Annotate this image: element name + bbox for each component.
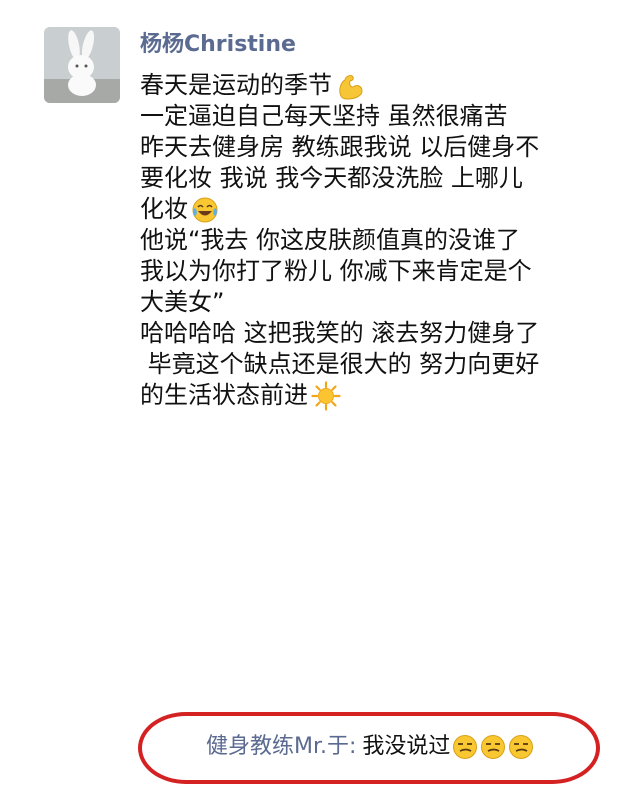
- white-bunny-icon: [44, 27, 120, 103]
- post-text: 我以为你打了粉儿 你减下来肯定是个: [140, 257, 532, 285]
- post-username[interactable]: 杨杨Christine: [140, 30, 296, 60]
- post-line-4: 要化妆 我说 我今天都没洗脸 上哪儿: [140, 163, 610, 194]
- post-text: 毕竟这个缺点还是很大的 努力向更好: [140, 350, 540, 378]
- post-content: 春天是运动的季节 一定逼迫自己每天坚持 虽然很痛苦 昨天去健身房 教练跟我说 以…: [140, 70, 610, 411]
- post-line-5: 化妆: [140, 194, 610, 225]
- comment-text: 我没说过: [362, 734, 451, 759]
- post-text: 他说“我去 你这皮肤颜值真的没谁了: [140, 226, 521, 254]
- post-text: 昨天去健身房 教练跟我说 以后健身不: [140, 133, 540, 161]
- post-line-7: 我以为你打了粉儿 你减下来肯定是个: [140, 256, 610, 287]
- comment-author[interactable]: 健身教练Mr.于:: [206, 733, 356, 761]
- comment[interactable]: 健身教练Mr.于: 我没说过: [206, 733, 534, 761]
- post-text: 大美女”: [140, 288, 225, 316]
- post-text: 要化妆 我说 我今天都没洗脸 上哪儿: [140, 164, 523, 192]
- post-text: 一定逼迫自己每天坚持 虽然很痛苦: [140, 102, 508, 130]
- post-line-6: 他说“我去 你这皮肤颜值真的没谁了: [140, 225, 610, 256]
- post-text: 春天是运动的季节: [140, 71, 332, 99]
- flexed-biceps-emoji: [335, 72, 365, 100]
- post-line-8: 大美女”: [140, 287, 610, 318]
- post-line-1: 春天是运动的季节: [140, 70, 610, 101]
- sun-emoji: [311, 380, 341, 411]
- post-line-2: 一定逼迫自己每天坚持 虽然很痛苦: [140, 101, 610, 132]
- tears-of-joy-emoji: [191, 196, 219, 224]
- moments-post: 杨杨Christine 春天是运动的季节 一定逼迫自己每天坚持 虽然很痛苦 昨天…: [0, 0, 640, 801]
- smirk-emoji: [452, 734, 478, 760]
- post-line-10: 毕竟这个缺点还是很大的 努力向更好: [140, 349, 610, 380]
- smirk-emoji: [508, 734, 534, 760]
- post-line-9: 哈哈哈哈 这把我笑的 滚去努力健身了: [140, 318, 610, 349]
- post-line-11: 的生活状态前进: [140, 380, 610, 411]
- post-text: 化妆: [140, 195, 188, 223]
- post-text: 哈哈哈哈 这把我笑的 滚去努力健身了: [140, 319, 540, 347]
- post-text: 的生活状态前进: [140, 381, 308, 409]
- avatar[interactable]: [44, 27, 120, 103]
- smirk-emoji: [480, 734, 506, 760]
- post-line-3: 昨天去健身房 教练跟我说 以后健身不: [140, 132, 610, 163]
